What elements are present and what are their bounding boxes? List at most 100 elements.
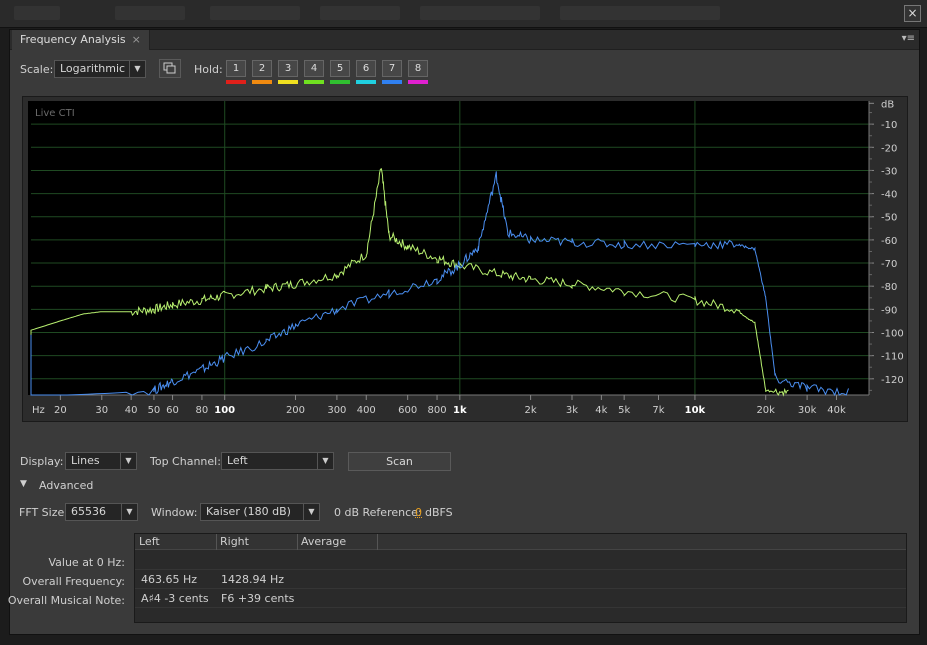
hold-button-3[interactable]: 3	[278, 60, 298, 77]
x-tick-label: 4k	[595, 405, 607, 416]
blurred-menu-item	[320, 6, 400, 20]
tab-frequency-analysis[interactable]: Frequency Analysis ×	[12, 30, 150, 50]
cell-right: 1428.94 Hz	[221, 573, 285, 586]
copy-button[interactable]	[159, 59, 181, 78]
hold-color-swatch	[408, 80, 428, 84]
chevron-down-icon: ▼	[303, 504, 319, 520]
copy-icon	[163, 62, 176, 74]
table-row	[135, 551, 906, 570]
x-tick-label: 1k	[453, 405, 467, 416]
frequency-analysis-panel: Frequency Analysis × ▾≡ Scale: Logarithmi…	[7, 29, 920, 635]
tab-bar: Frequency Analysis × ▾≡	[10, 30, 919, 50]
x-tick-label: 7k	[652, 405, 664, 416]
scan-button[interactable]: Scan	[348, 452, 451, 471]
scale-dropdown[interactable]: Logarithmic ▼	[54, 60, 146, 78]
x-tick-label: 50	[148, 405, 161, 416]
column-divider	[377, 534, 378, 550]
chevron-down-icon: ▼	[120, 453, 136, 469]
title-bar: ×	[0, 0, 927, 28]
db-reference-unit: dBFS	[425, 506, 453, 519]
x-tick-label: Hz	[32, 405, 45, 416]
x-tick-label: 20k	[756, 405, 775, 416]
live-cti-annotation: Live CTI	[35, 108, 75, 119]
x-tick-label: 30k	[798, 405, 817, 416]
x-tick-label: 80	[196, 405, 209, 416]
x-tick-label: 300	[327, 405, 346, 416]
y-tick-label: -50	[881, 213, 897, 224]
row-label-overall-musical-note: Overall Musical Note:	[7, 594, 125, 607]
display-value: Lines	[71, 454, 100, 467]
hold-button-1[interactable]: 1	[226, 60, 246, 77]
x-tick-label: 40k	[827, 405, 846, 416]
tab-title: Frequency Analysis	[20, 33, 126, 46]
hold-color-swatch	[330, 80, 350, 84]
y-tick-label: -20	[881, 143, 897, 154]
scale-value: Logarithmic	[60, 62, 126, 75]
col-header-right[interactable]: Right	[220, 535, 249, 548]
y-tick-label: -30	[881, 166, 897, 177]
hold-color-swatch	[278, 80, 298, 84]
x-tick-label: 20	[54, 405, 67, 416]
top-channel-value: Left	[227, 454, 248, 467]
chevron-down-icon: ▼	[317, 453, 333, 469]
y-tick-label: -10	[881, 120, 897, 131]
triangle-down-icon[interactable]: ▼	[20, 479, 27, 489]
y-tick-label: -110	[881, 352, 904, 363]
db-reference-value[interactable]: 0	[415, 506, 422, 519]
window-label: Window:	[151, 506, 198, 519]
spectrum-series-line	[30, 168, 789, 397]
y-tick-label: -90	[881, 305, 897, 316]
row-label-overall-frequency: Overall Frequency:	[22, 575, 125, 588]
panel-menu-icon[interactable]: ▾≡	[902, 33, 915, 44]
hold-button-8[interactable]: 8	[408, 60, 428, 77]
blurred-menu-item	[115, 6, 185, 20]
y-tick-label: dB	[881, 99, 894, 110]
blurred-menu-item	[210, 6, 300, 20]
y-tick-label: -80	[881, 282, 897, 293]
x-tick-label: 3k	[566, 405, 578, 416]
advanced-toggle[interactable]: Advanced	[39, 479, 93, 492]
db-reference-label: 0 dB Reference:	[334, 506, 422, 519]
chevron-down-icon: ▼	[129, 61, 145, 77]
x-tick-label: 100	[214, 405, 235, 416]
y-tick-label: -120	[881, 375, 904, 386]
x-tick-label: 600	[398, 405, 417, 416]
x-tick-label: 10k	[685, 405, 706, 416]
hold-color-swatch	[382, 80, 402, 84]
fft-size-value: 65536	[71, 505, 106, 518]
y-tick-label: -100	[881, 328, 904, 339]
column-divider	[216, 534, 217, 550]
hold-button-6[interactable]: 6	[356, 60, 376, 77]
window-dropdown[interactable]: Kaiser (180 dB) ▼	[200, 503, 320, 521]
y-tick-label: -70	[881, 259, 897, 270]
hold-color-swatch	[226, 80, 246, 84]
col-header-left[interactable]: Left	[139, 535, 160, 548]
tab-close-icon[interactable]: ×	[132, 33, 141, 46]
top-channel-dropdown[interactable]: Left ▼	[221, 452, 334, 470]
chevron-down-icon: ▼	[121, 504, 137, 520]
table-row: 463.65 Hz 1428.94 Hz	[135, 570, 906, 589]
row-label-value-at-0hz: Value at 0 Hz:	[48, 556, 125, 569]
cell-right: F6 +39 cents	[221, 592, 295, 605]
spectrum-chart: dB -10 -20 -30 -40 -50 -60 -70 -80 -90 -100 -110 -12…	[22, 96, 908, 422]
display-label: Display:	[20, 455, 64, 468]
display-dropdown[interactable]: Lines ▼	[65, 452, 137, 470]
hold-button-4[interactable]: 4	[304, 60, 324, 77]
x-tick-label: 60	[166, 405, 179, 416]
scale-label: Scale:	[20, 63, 54, 76]
blurred-menu-item	[420, 6, 540, 20]
hold-button-7[interactable]: 7	[382, 60, 402, 77]
spectrum-series-line	[30, 171, 849, 397]
spectrum-svg: dB -10 -20 -30 -40 -50 -60 -70 -80 -90 -100 -110 -12…	[30, 99, 904, 416]
hold-color-swatch	[356, 80, 376, 84]
table-row: A♯4 -3 cents F6 +39 cents	[135, 589, 906, 608]
x-tick-label: 800	[427, 405, 446, 416]
x-tick-label: 40	[125, 405, 138, 416]
table-header: Left Right Average	[135, 534, 906, 550]
hold-button-5[interactable]: 5	[330, 60, 350, 77]
hold-label: Hold:	[194, 63, 223, 76]
fft-size-dropdown[interactable]: 65536 ▼	[65, 503, 138, 521]
hold-button-2[interactable]: 2	[252, 60, 272, 77]
window-close-button[interactable]: ×	[904, 5, 921, 22]
col-header-average[interactable]: Average	[301, 535, 346, 548]
